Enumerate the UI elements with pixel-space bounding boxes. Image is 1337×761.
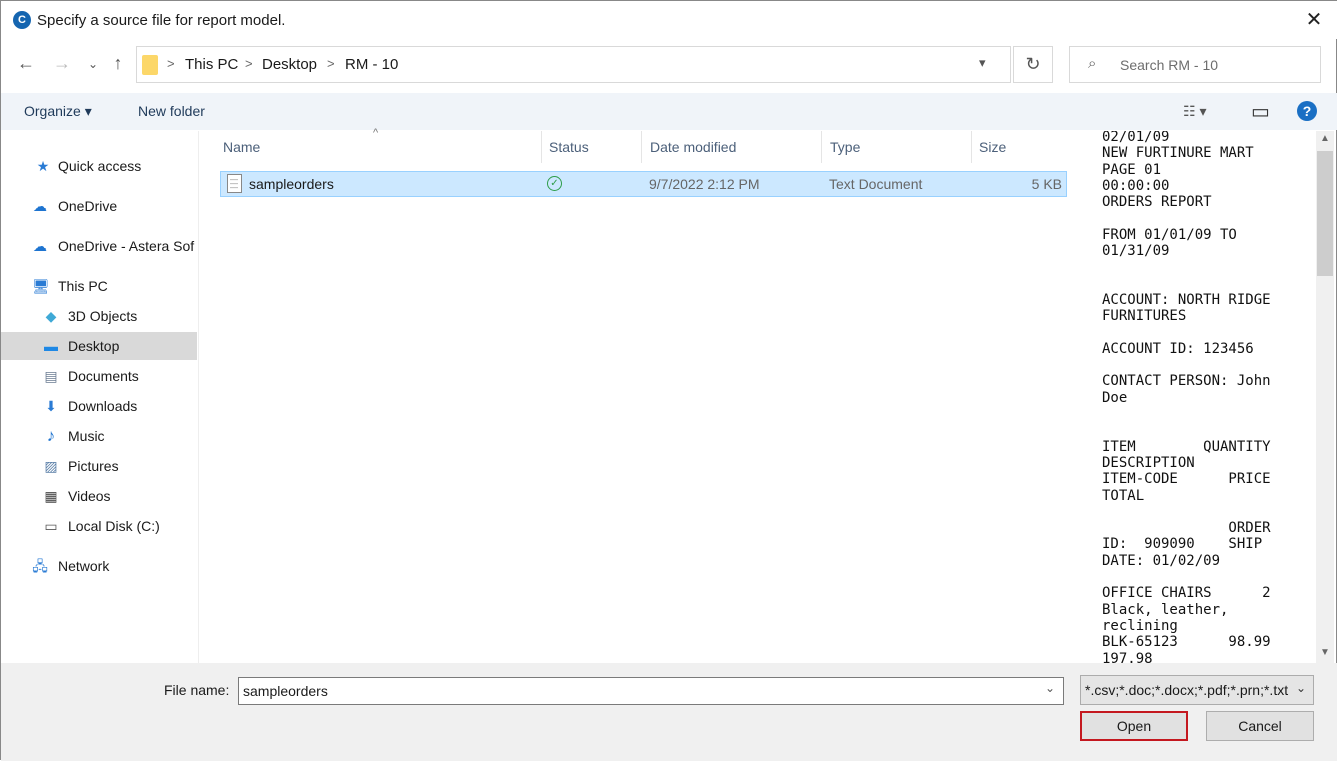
- music-icon: ♪: [46, 426, 56, 445]
- column-divider[interactable]: [971, 131, 972, 163]
- preview-pane: 02/01/09 NEW FURTINURE MART PAGE 01 00:0…: [1093, 131, 1316, 663]
- scrollbar-thumb[interactable]: [1317, 151, 1333, 276]
- sidebar-item-pictures[interactable]: ▨ Pictures: [1, 452, 197, 480]
- refresh-button[interactable]: ↻: [1013, 46, 1053, 83]
- column-header-size[interactable]: Size: [979, 139, 1006, 155]
- file-type: Text Document: [829, 176, 923, 192]
- separator: >: [167, 56, 175, 71]
- sidebar-item-onedrive[interactable]: ☁ OneDrive: [1, 192, 197, 220]
- column-header-name[interactable]: Name: [223, 139, 260, 155]
- preview-scrollbar[interactable]: ▲ ▼: [1316, 131, 1334, 663]
- sort-ascending-icon: ^: [373, 127, 379, 139]
- sidebar-item-label: This PC: [58, 278, 108, 294]
- table-row[interactable]: ― ― ― sampleorders ✓ 9/7/2022 2:12 PM Text…: [220, 171, 1067, 197]
- preview-text: 02/01/09 NEW FURTINURE MART PAGE 01 00:0…: [1102, 131, 1271, 663]
- crumb-rm10[interactable]: RM - 10: [345, 56, 398, 73]
- sidebar-item-documents[interactable]: ▤ Documents: [1, 362, 197, 390]
- sidebar-item-local-disk[interactable]: ▭ Local Disk (C:): [1, 512, 197, 540]
- new-folder-button[interactable]: New folder: [138, 103, 205, 119]
- up-icon[interactable]: ↑: [107, 53, 129, 74]
- document-icon: ▤: [44, 368, 58, 384]
- sidebar-item-label: Documents: [68, 368, 139, 384]
- column-header-status[interactable]: Status: [549, 139, 589, 155]
- window-title: Specify a source file for report model.: [37, 12, 286, 29]
- sidebar-item-label: OneDrive - Astera Sof: [58, 238, 195, 254]
- sidebar-item-network[interactable]: 🖧 Network: [1, 552, 197, 580]
- download-icon: ⬇: [45, 398, 57, 414]
- scroll-down-icon[interactable]: ▼: [1320, 647, 1330, 658]
- drive-icon: ▭: [44, 518, 58, 534]
- column-divider[interactable]: [821, 131, 822, 163]
- videos-icon: ▦: [44, 488, 58, 504]
- file-date: 9/7/2022 2:12 PM: [649, 176, 760, 192]
- cloud-icon: ☁: [33, 238, 47, 254]
- file-name-input[interactable]: sampleorders: [238, 677, 1064, 705]
- file-list: ^ Name Status Date modified Type Size ― ―…: [201, 127, 1071, 663]
- cube-icon: ◆: [45, 308, 57, 324]
- sidebar-item-label: Videos: [68, 488, 111, 504]
- column-divider[interactable]: [541, 131, 542, 163]
- sidebar-item-onedrive-astera[interactable]: ☁ OneDrive - Astera Sof: [1, 232, 197, 260]
- cancel-button[interactable]: Cancel: [1206, 711, 1314, 741]
- sidebar-item-label: OneDrive: [58, 198, 118, 214]
- search-placeholder: Search RM - 10: [1120, 57, 1219, 73]
- sidebar-item-3d-objects[interactable]: ◆ 3D Objects: [1, 302, 197, 330]
- sidebar-item-quick-access[interactable]: ★ Quick access: [1, 152, 197, 180]
- file-type-select[interactable]: *.csv;*.doc;*.docx;*.pdf;*.prn;*.txt: [1080, 675, 1314, 705]
- navigation-pane: ★ Quick access ☁ OneDrive ☁ OneDrive - Aste…: [1, 131, 199, 663]
- help-icon[interactable]: ?: [1297, 101, 1317, 121]
- title-bar: C Specify a source file for report model…: [1, 1, 1337, 39]
- network-icon: 🖧: [32, 558, 48, 574]
- sidebar-item-label: Downloads: [68, 398, 138, 414]
- organize-button[interactable]: Organize ▾: [24, 103, 92, 120]
- address-bar[interactable]: > This PC > Desktop > RM - 10 ▾: [136, 46, 1011, 83]
- sidebar-item-desktop[interactable]: ▬ Desktop: [1, 332, 197, 360]
- chevron-down-icon[interactable]: ⌄: [1045, 681, 1055, 695]
- sync-status-icon: ✓: [547, 176, 562, 191]
- sidebar-item-label: Music: [68, 428, 105, 444]
- sidebar-item-label: Desktop: [68, 338, 120, 354]
- search-input[interactable]: ⌕ Search RM - 10: [1069, 46, 1321, 83]
- sidebar-item-music[interactable]: ♪ Music: [1, 422, 197, 450]
- recent-locations-icon[interactable]: ⌄: [82, 57, 104, 71]
- app-logo-icon: C: [13, 11, 31, 29]
- star-icon: ★: [36, 158, 50, 174]
- footer: File name: sampleorders ⌄ *.csv;*.doc;*.…: [1, 663, 1337, 761]
- sidebar-item-label: 3D Objects: [68, 308, 138, 324]
- computer-icon: 🖥: [32, 278, 50, 294]
- sidebar-item-label: Pictures: [68, 458, 119, 474]
- view-options-icon[interactable]: ☷ ▾: [1183, 103, 1206, 120]
- folder-icon: [142, 55, 158, 75]
- toolbar: Organize ▾ New folder ☷ ▾ ▭ ?: [1, 93, 1337, 130]
- close-button[interactable]: ✕: [1299, 5, 1329, 35]
- text-file-icon: ― ― ―: [227, 174, 242, 193]
- separator: >: [245, 56, 253, 71]
- crumb-this-pc[interactable]: This PC: [185, 56, 238, 73]
- cloud-icon: ☁: [33, 198, 47, 214]
- back-icon[interactable]: ←: [15, 53, 37, 74]
- separator: >: [327, 56, 335, 71]
- file-name: sampleorders: [249, 176, 334, 192]
- chevron-down-icon[interactable]: ▾: [979, 55, 986, 71]
- forward-icon[interactable]: →: [51, 53, 73, 74]
- file-name-label: File name:: [164, 682, 230, 698]
- column-divider[interactable]: [641, 131, 642, 163]
- pictures-icon: ▨: [44, 458, 58, 474]
- crumb-desktop[interactable]: Desktop: [262, 56, 317, 73]
- sidebar-item-label: Local Disk (C:): [68, 518, 160, 534]
- sidebar-item-videos[interactable]: ▦ Videos: [1, 482, 197, 510]
- sidebar-item-label: Quick access: [58, 158, 142, 174]
- sidebar-item-this-pc[interactable]: 🖥 This PC: [1, 272, 197, 300]
- chevron-down-icon[interactable]: ⌄: [1296, 681, 1306, 695]
- scroll-up-icon[interactable]: ▲: [1320, 133, 1330, 144]
- sidebar-item-downloads[interactable]: ⬇ Downloads: [1, 392, 197, 420]
- file-size: 5 KB: [1031, 176, 1062, 192]
- column-header-date[interactable]: Date modified: [650, 139, 736, 155]
- desktop-icon: ▬: [44, 338, 58, 354]
- column-header-type[interactable]: Type: [830, 139, 860, 155]
- open-button[interactable]: Open: [1080, 711, 1188, 741]
- preview-pane-icon[interactable]: ▭: [1251, 99, 1270, 124]
- search-icon: ⌕: [1088, 55, 1097, 72]
- sidebar-item-label: Network: [58, 558, 110, 574]
